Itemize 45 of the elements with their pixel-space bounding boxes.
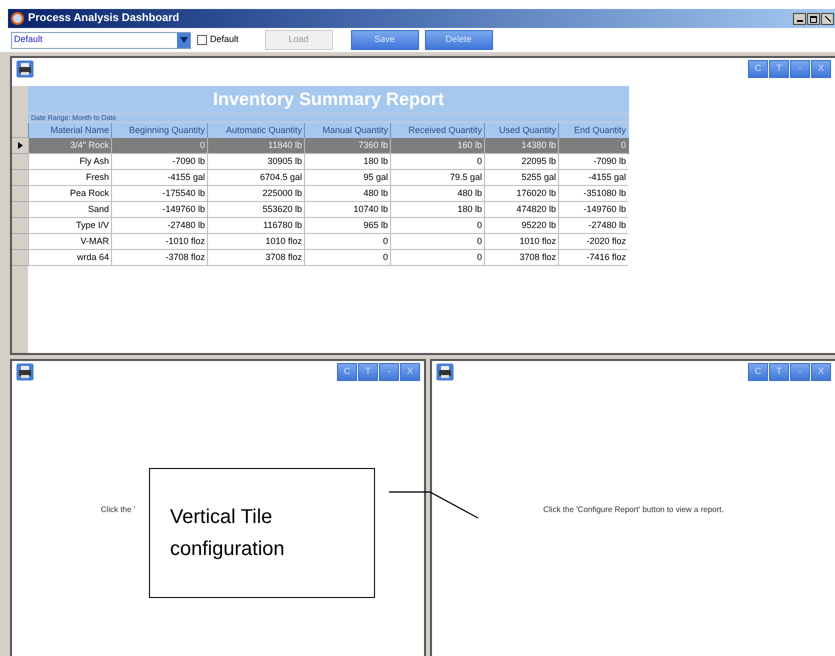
table-row[interactable]: Fresh -4155 gal 6704.5 gal 95 gal 79.5 gal 5255 gal -4155 gal [28,170,629,186]
panel-button[interactable]: C [748,363,768,381]
toolbar-button[interactable]: Delete [424,30,493,50]
toolbar-button[interactable]: Save [350,30,419,50]
app-icon [11,12,24,25]
printer-icon[interactable] [16,363,34,381]
table-cell: 3708 floz [484,250,558,266]
panel-button[interactable]: T [769,60,789,78]
panel-button[interactable]: - [790,363,810,381]
default-checkbox[interactable] [197,35,207,45]
window-title: Process Analysis Dashboard [28,11,180,26]
table-row[interactable]: Sand -149760 lb 553620 lb 10740 lb 180 lb 474820 lb -149760 lb [28,202,629,218]
table-row[interactable]: Fly Ash -7090 lb 30905 lb 180 lb 0 22095 lb -7090 lb [28,154,629,170]
table-row[interactable]: Type I/V -27480 lb 116780 lb 965 lb 0 95220 lb -27480 lb [28,218,629,234]
panel-button[interactable]: C [337,363,357,381]
checkbox-label: Default [210,33,239,46]
placeholder-message: Click the 'Configure Report' button to view a report. [543,504,724,516]
placeholder-message: Click the ' [100,504,136,516]
table-cell: 3708 floz [207,250,304,266]
printer-icon[interactable] [16,60,34,78]
panel-button[interactable]: X [400,363,420,381]
panel-button[interactable]: C [748,60,768,78]
close-button[interactable] [821,12,834,24]
panel-button[interactable]: T [769,363,789,381]
panel-button[interactable]: T [358,363,378,381]
panel-button[interactable]: X [811,60,831,78]
row-pointer-icon [18,142,22,149]
table-row[interactable]: Pea Rock -175540 lb 225000 lb 480 lb 480 lb 176020 lb -351080 lb [28,186,629,202]
panel-button[interactable]: - [790,60,810,78]
minimize-button[interactable] [793,12,806,24]
table-cell: 0 [304,250,390,266]
table-cell: -7416 floz [558,250,628,266]
table-cell: 0 [390,250,484,266]
report-title: Inventory Summary Report [28,86,629,113]
table-row[interactable]: 3/4" Rock 0 11840 lb 7360 lb 160 lb 14380 lb 0 [28,138,629,154]
table-row[interactable]: wrda 64 -3708 floz 3708 floz 0 0 3708 floz -7416 floz [28,250,629,266]
table-row[interactable]: V-MAR -1010 floz 1010 floz 0 0 1010 floz -2020 floz [28,234,629,250]
callout-text: Vertical Tile configuration [170,505,286,562]
table-cell: wrda 64 [28,250,111,266]
panel-button[interactable]: - [379,363,399,381]
maximize-button[interactable] [807,12,820,24]
printer-icon[interactable] [436,363,454,381]
layout-dropdown[interactable]: Default [11,32,191,48]
table-cell: -3708 floz [111,250,207,266]
panel-button[interactable]: X [811,363,831,381]
